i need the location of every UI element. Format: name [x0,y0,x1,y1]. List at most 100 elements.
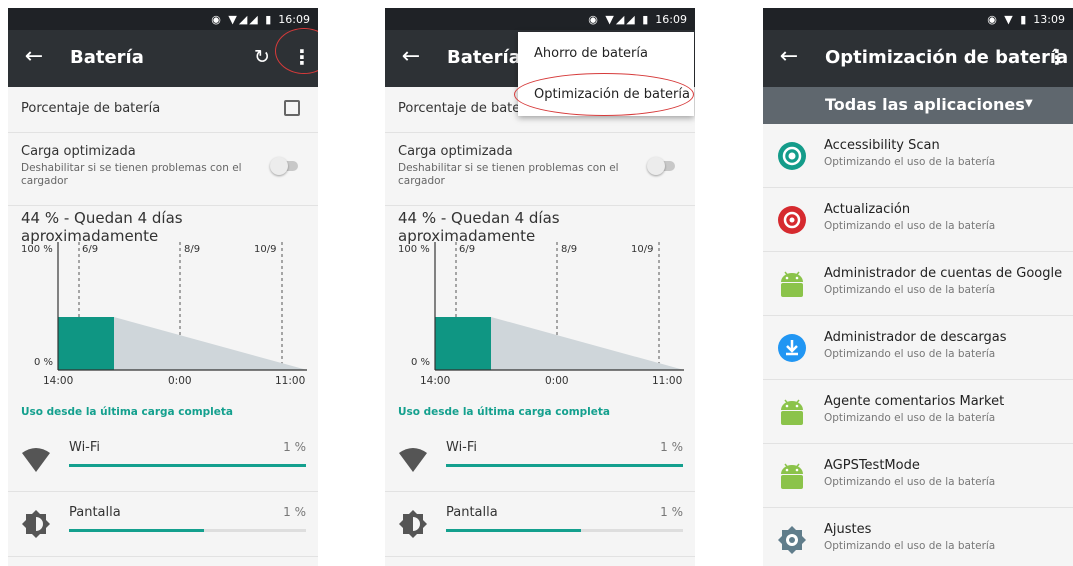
usage-percent: 1 % [660,505,683,519]
optimized-charge-title: Carga optimizada [21,144,136,159]
y-label-bottom: 0 % [34,357,53,368]
app-status: Optimizando el uso de la batería [824,540,996,552]
optimized-charge-description: Deshabilitar si se tienen problemas con … [21,162,242,187]
y-label-top: 100 % [21,244,53,255]
projection-area [491,317,684,370]
android-icon [781,463,803,489]
usage-bar-fill [446,464,683,467]
more-options-icon[interactable]: ⋮ [1047,45,1067,69]
date-label-3: 10/9 [254,244,276,255]
status-time: 16:09 [278,12,310,26]
update-icon [778,206,806,234]
page-title: Optimización de batería [825,47,1069,68]
x-label-end: 11:00 [652,375,682,387]
date-label-2: 8/9 [561,244,577,255]
accessibility-scan-icon [778,142,806,170]
battery-level-area [435,317,491,370]
toolbar: ← Optimización de batería ⋮ [763,30,1073,87]
download-icon [778,334,806,362]
back-arrow-icon[interactable]: ← [20,44,48,69]
y-label-top: 100 % [398,244,430,255]
app-name: Ajustes [824,522,872,537]
usage-row-screen[interactable]: Pantalla 1 % [8,493,318,557]
back-arrow-icon[interactable]: ← [775,44,803,69]
app-name: AGPSTestMode [824,458,920,473]
app-name: Accessibility Scan [824,138,940,153]
battery-history-chart: 100 % 0 % 6/9 8/9 10/9 14:00 0:00 11:00 [398,242,684,387]
app-name: Actualización [824,202,911,217]
battery-percentage-label: Porcentaje de batería [21,101,161,116]
wifi-icon [399,448,427,472]
app-status: Optimizando el uso de la batería [824,156,996,168]
app-status: Optimizando el uso de la batería [824,284,996,296]
usage-name: Wi-Fi [446,440,478,455]
usage-name: Pantalla [446,505,498,520]
highlight-ring [514,73,694,116]
app-row[interactable]: Agente comentarios Market Optimizando el… [763,381,1073,444]
status-bar: ◉ ▼◢◢ ▮ 16:09 [8,8,318,30]
usage-bar-fill [69,464,306,467]
app-row[interactable]: AGPSTestMode Optimizando el uso de la ba… [763,445,1073,508]
app-row[interactable]: Ajustes Optimizando el uso de la batería [763,509,1073,566]
usage-row-wifi[interactable]: Wi-Fi 1 % [8,428,318,492]
battery-optimization-screen: ◉ ▼ ▮ 13:09 ← Optimización de batería ⋮ … [763,8,1073,566]
filter-label: Todas las aplicaciones [825,95,1025,114]
status-bar: ◉ ▼ ▮ 13:09 [763,8,1073,30]
usage-row-wifi[interactable]: Wi-Fi 1 % [385,428,695,492]
optimized-charge-toggle[interactable] [647,157,677,175]
menu-item-battery-saver[interactable]: Ahorro de batería [534,46,648,61]
optimized-charge-setting[interactable]: Carga optimizada Deshabilitar si se tien… [8,134,318,206]
date-label-1: 6/9 [459,244,475,255]
optimized-charge-description: Deshabilitar si se tienen problemas con … [398,162,619,187]
projection-area [114,317,307,370]
usage-percent: 1 % [660,440,683,454]
date-label-3: 10/9 [631,244,653,255]
optimized-charge-toggle[interactable] [270,157,300,175]
usage-row-screen[interactable]: Pantalla 1 % [385,493,695,557]
status-icons: ◉ ▼◢◢ ▮ [211,12,274,26]
optimized-charge-setting[interactable]: Carga optimizada Deshabilitar si se tien… [385,134,695,206]
app-name: Administrador de cuentas de Google [824,266,1063,281]
usage-header: Uso desde la última carga completa [21,406,234,418]
usage-bar [446,529,683,532]
usage-bar [69,464,306,467]
app-row[interactable]: Accessibility Scan Optimizando el uso de… [763,125,1073,188]
app-filter-dropdown[interactable]: Todas las aplicaciones ▼ [763,87,1073,124]
y-label-bottom: 0 % [411,357,430,368]
usage-name: Wi-Fi [69,440,101,455]
date-label-1: 6/9 [82,244,98,255]
usage-bar-fill [446,529,582,532]
battery-screen-menu-open: ◉ ▼◢◢ ▮ 16:09 ← Batería Porcentaje de ba… [385,8,695,566]
usage-percent: 1 % [283,505,306,519]
toolbar: ← Batería ↻ ⋮ [8,30,318,87]
status-bar: ◉ ▼◢◢ ▮ 16:09 [385,8,695,30]
brightness-icon [399,510,427,538]
x-label-mid: 0:00 [545,375,569,387]
usage-bar-fill [69,529,205,532]
app-row[interactable]: Actualización Optimizando el uso de la b… [763,189,1073,252]
usage-header: Uso desde la última carga completa [398,406,611,418]
status-time: 13:09 [1033,12,1065,26]
x-label-start: 14:00 [43,375,73,387]
app-row[interactable]: Administrador de descargas Optimizando e… [763,317,1073,380]
app-status: Optimizando el uso de la batería [824,220,996,232]
app-status: Optimizando el uso de la batería [824,476,996,488]
page-title: Batería [447,47,521,68]
battery-percentage-checkbox[interactable] [284,100,300,116]
back-arrow-icon[interactable]: ← [397,44,425,69]
status-icons: ◉ ▼◢◢ ▮ [588,12,651,26]
usage-percent: 1 % [283,440,306,454]
settings-gear-icon [778,526,806,554]
optimized-charge-title: Carga optimizada [398,144,513,159]
usage-bar [69,529,306,532]
refresh-icon[interactable]: ↻ [254,46,270,68]
x-label-end: 11:00 [275,375,305,387]
x-label-mid: 0:00 [168,375,192,387]
battery-screen: ◉ ▼◢◢ ▮ 16:09 ← Batería ↻ ⋮ Porcentaje d… [8,8,318,566]
app-row[interactable]: Administrador de cuentas de Google Optim… [763,253,1073,316]
status-icons: ◉ ▼ ▮ [987,12,1029,26]
android-icon [781,271,803,297]
battery-percentage-setting[interactable]: Porcentaje de batería [8,87,318,133]
app-name: Agente comentarios Market [824,394,1005,409]
page-title: Batería [70,47,144,68]
